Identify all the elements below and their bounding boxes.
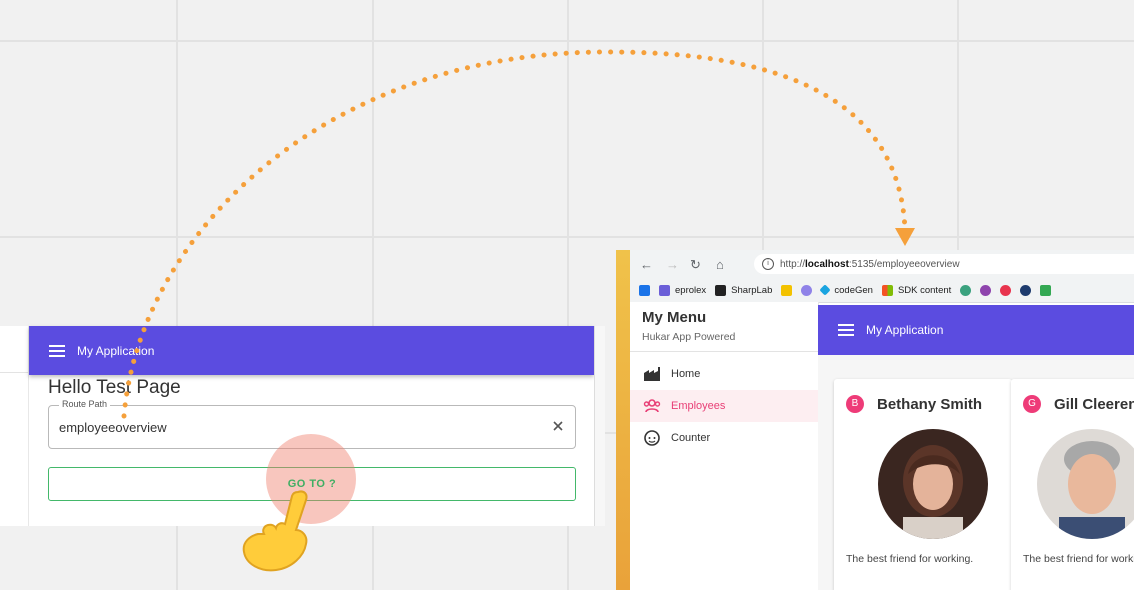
- nav-item-employees[interactable]: Employees: [630, 390, 818, 422]
- goto-button-label: GO TO ?: [287, 478, 337, 490]
- chatgpt-icon[interactable]: [960, 284, 972, 296]
- reload-icon[interactable]: ↻: [690, 257, 701, 273]
- codegen-icon: [819, 284, 832, 296]
- bookmark-codegen[interactable]: codeGen: [819, 284, 873, 296]
- bookmarks-bar: eprolex SharpLab codeGen SDK content: [630, 278, 1134, 303]
- microsoft-icon: [881, 284, 893, 296]
- employee-name: Gill Cleeren: [1054, 395, 1134, 413]
- info-icon[interactable]: i: [762, 258, 774, 270]
- drawer-subtitle: Hukar App Powered: [642, 331, 736, 343]
- employee-card[interactable]: B Bethany Smith The best friend for work…: [834, 379, 1012, 590]
- outlook-icon[interactable]: [639, 284, 650, 296]
- desktop-edge: [616, 250, 630, 590]
- url-prefix: http://: [780, 258, 806, 270]
- browser-window: ← → ↻ ⌂ i http://localhost:5135/employee…: [616, 250, 1134, 590]
- extension-icon[interactable]: [1040, 284, 1052, 296]
- left-app-edge: [0, 326, 29, 526]
- face-icon: [644, 430, 660, 446]
- extension-icon[interactable]: [1000, 284, 1012, 296]
- forward-arrow-icon[interactable]: →: [666, 257, 679, 272]
- card-header: B Bethany Smith: [846, 395, 982, 413]
- bookmark-label: SDK content: [897, 284, 952, 296]
- browser-toolbar: ← → ↻ ⌂ i http://localhost:5135/employee…: [630, 250, 1134, 278]
- url-path: :5135/employeeoverview: [848, 258, 960, 270]
- employee-photo: [878, 429, 988, 539]
- employee-name: Bethany Smith: [877, 395, 983, 413]
- extension-icon[interactable]: [980, 284, 992, 296]
- pointing-hand-icon: [242, 490, 308, 572]
- extension-icon[interactable]: [1020, 284, 1032, 296]
- bookmark-sharplab[interactable]: SharpLab: [715, 284, 773, 296]
- app-title: My Application: [866, 323, 944, 337]
- bookmark-eprolex[interactable]: eprolex: [659, 284, 707, 296]
- bookmark-label: SharpLab: [731, 284, 773, 296]
- back-arrow-icon[interactable]: ←: [640, 257, 653, 272]
- avatar: B: [846, 395, 864, 413]
- url-host: localhost: [805, 258, 849, 270]
- clear-icon[interactable]: [551, 419, 565, 433]
- eprolex-icon: [659, 284, 670, 296]
- divider: [630, 351, 818, 352]
- nav-item-label: Counter: [671, 432, 711, 444]
- route-path-label: Route Path: [59, 399, 111, 409]
- group-icon: [643, 399, 661, 413]
- miro-icon[interactable]: [781, 284, 793, 296]
- right-app-bar: My Application: [818, 305, 1134, 355]
- nav-item-home[interactable]: Home: [630, 358, 818, 390]
- employee-description: The best friend for working.: [1023, 553, 1134, 565]
- employee-description: The best friend for working.: [846, 553, 974, 565]
- nav-item-label: Home: [671, 368, 701, 380]
- hamburger-menu-icon[interactable]: [838, 324, 854, 336]
- page-title: Hello Test Page: [48, 377, 181, 398]
- home-icon[interactable]: ⌂: [716, 257, 724, 272]
- nav-item-counter[interactable]: Counter: [630, 422, 818, 454]
- nav-drawer: My Menu Hukar App Powered Home Employees…: [630, 302, 819, 590]
- extension-icon[interactable]: [801, 284, 813, 296]
- factory-icon: [644, 367, 660, 381]
- drawer-title: My Menu: [642, 309, 707, 326]
- avatar: G: [1023, 395, 1041, 413]
- employee-photo: [1037, 429, 1134, 539]
- app-title: My Application: [77, 343, 155, 358]
- bookmark-sdk-content[interactable]: SDK content: [881, 284, 952, 296]
- address-bar[interactable]: i http://localhost:5135/employeeoverview: [754, 254, 1134, 274]
- left-app-scroll-edge: [594, 326, 605, 526]
- bookmark-label: eprolex: [675, 284, 707, 296]
- terminal-icon: [715, 284, 727, 296]
- employee-card[interactable]: G Gill Cleeren The best friend for worki…: [1011, 379, 1134, 590]
- nav-item-label: Employees: [671, 400, 726, 412]
- route-path-input[interactable]: employeeoverview: [59, 420, 167, 435]
- bookmark-label: codeGen: [834, 284, 873, 296]
- card-header: G Gill Cleeren: [1023, 395, 1134, 413]
- hamburger-menu-icon[interactable]: [49, 344, 65, 357]
- left-app-bar: My Application: [29, 326, 594, 375]
